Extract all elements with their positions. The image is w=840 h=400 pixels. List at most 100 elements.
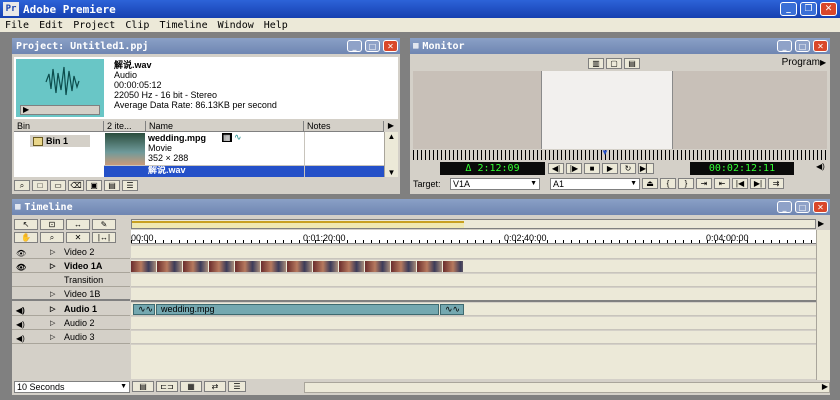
lane-video-1a[interactable]: [131, 260, 816, 273]
timeline-horizontal-scrollbar[interactable]: ▶: [304, 382, 830, 393]
restore-button[interactable]: ❐: [800, 2, 817, 16]
thumbnail-view-icon[interactable]: ▤: [104, 180, 120, 191]
step-forward-icon[interactable]: |▶: [566, 163, 582, 174]
track-audio-2[interactable]: ◀) ▷ Audio 2: [12, 317, 130, 330]
track-video-1a[interactable]: 👁 ▷ Video 1A: [12, 260, 130, 273]
scroll-up-icon[interactable]: ▲: [385, 132, 398, 141]
notes-column-header[interactable]: Notes: [304, 121, 384, 132]
list-item[interactable]: wedding.mpg Movie 352 × 288 ▦ ∿: [104, 132, 384, 166]
zoom-select[interactable]: 10 Seconds ▼: [14, 381, 130, 393]
track-audio-1[interactable]: ◀) ▷ Audio 1: [12, 303, 130, 316]
project-minimize-button[interactable]: _: [347, 40, 362, 52]
menu-clip[interactable]: Clip: [125, 20, 149, 31]
timeline-menu-arrow-icon[interactable]: ▶: [818, 219, 824, 228]
step-back-icon[interactable]: ◀|: [548, 163, 564, 174]
bin-item[interactable]: Bin 1: [30, 135, 90, 148]
timeline-close-button[interactable]: ✕: [813, 201, 828, 213]
timeline-maximize-button[interactable]: □: [795, 201, 810, 213]
delete-icon[interactable]: ⌫: [68, 180, 84, 191]
zoom-tool-icon[interactable]: ⌕: [40, 232, 64, 243]
rolling-edit-tool-icon[interactable]: ↔: [66, 219, 90, 230]
lane-video-2[interactable]: [131, 246, 816, 259]
preview-scrubber[interactable]: ▶: [20, 105, 100, 115]
volume-icon[interactable]: ◀): [816, 162, 825, 171]
icon-view-icon[interactable]: ▣: [86, 180, 102, 191]
new-bin-icon[interactable]: □: [32, 180, 48, 191]
toggle-sync-icon[interactable]: ☰: [228, 381, 246, 392]
close-button[interactable]: ✕: [820, 2, 837, 16]
hand-tool-icon[interactable]: ✋: [14, 232, 38, 243]
track-audio-3[interactable]: ◀) ▷ Audio 3: [12, 331, 130, 344]
extract-icon[interactable]: ⇉: [768, 178, 784, 189]
selection-tool-icon[interactable]: ↖: [14, 219, 38, 230]
snap-edges-icon[interactable]: ⊏⊐: [156, 381, 178, 392]
razor-tool-icon[interactable]: ✎: [92, 219, 116, 230]
menu-help[interactable]: Help: [264, 20, 288, 31]
menu-timeline[interactable]: Timeline: [159, 20, 207, 31]
play-icon[interactable]: ▶: [23, 106, 29, 114]
play-in-out-icon[interactable]: ▶▏: [638, 163, 654, 174]
track-transition[interactable]: Transition: [12, 274, 130, 287]
target-video-select[interactable]: V1A ▼: [450, 178, 540, 190]
project-maximize-button[interactable]: □: [365, 40, 380, 52]
find-icon[interactable]: ⌕: [14, 180, 30, 191]
count-column-header[interactable]: 2 ite...: [104, 121, 146, 132]
expand-triangle-icon[interactable]: ▷: [50, 331, 55, 344]
eye-icon[interactable]: 👁: [16, 247, 26, 260]
menu-edit[interactable]: Edit: [39, 20, 63, 31]
lane-audio-2[interactable]: [131, 317, 816, 330]
program-menu-arrow-icon[interactable]: ▶: [820, 58, 826, 67]
lane-transition[interactable]: [131, 274, 816, 287]
mark-out-icon[interactable]: }: [678, 178, 694, 189]
mark-in-icon[interactable]: {: [660, 178, 676, 189]
list-item-selected[interactable]: 解说.wav: [104, 166, 384, 177]
monitor-maximize-button[interactable]: □: [795, 40, 810, 52]
eye-icon[interactable]: 👁: [16, 261, 26, 274]
monitor-minimize-button[interactable]: _: [777, 40, 792, 52]
edge-view-icon[interactable]: ▦: [180, 381, 202, 392]
expand-triangle-icon[interactable]: ▷: [50, 260, 55, 273]
playhead-icon[interactable]: ▼: [601, 150, 609, 157]
menu-window[interactable]: Window: [218, 20, 254, 31]
target-audio-select[interactable]: A1 ▼: [550, 178, 640, 190]
track-video-2[interactable]: 👁 ▷ Video 2: [12, 246, 130, 259]
monitor-close-button[interactable]: ✕: [813, 40, 828, 52]
go-out-icon[interactable]: ▶|: [750, 178, 766, 189]
list-view-icon[interactable]: ☰: [122, 180, 138, 191]
cross-fade-tool-icon[interactable]: ✕: [66, 232, 90, 243]
timeline-minimize-button[interactable]: _: [777, 201, 792, 213]
expand-triangle-icon[interactable]: ▷: [50, 246, 55, 259]
bin-column-header[interactable]: Bin: [14, 121, 104, 132]
monitor-jog-ruler[interactable]: ▼: [413, 150, 827, 160]
dual-view-icon[interactable]: ▥: [588, 58, 604, 69]
play-icon[interactable]: ▶: [602, 163, 618, 174]
expand-triangle-icon[interactable]: ▷: [50, 288, 55, 301]
audio-wave-right-icon[interactable]: ∿∿: [440, 304, 464, 315]
columns-arrow-icon[interactable]: ▶: [384, 121, 398, 132]
menu-file[interactable]: File: [5, 20, 29, 31]
work-area-bar[interactable]: [131, 219, 816, 229]
lane-audio-3[interactable]: [131, 331, 816, 344]
name-column-header[interactable]: Name: [146, 121, 304, 132]
speaker-icon[interactable]: ◀): [16, 304, 25, 317]
audio-clip-wedding[interactable]: wedding.mpg: [156, 304, 439, 315]
shift-tracks-icon[interactable]: ⇄: [204, 381, 226, 392]
track-options-icon[interactable]: ▤: [132, 381, 154, 392]
list-scrollbar[interactable]: ▲ ▼: [384, 132, 398, 177]
go-in-icon[interactable]: |◀: [732, 178, 748, 189]
speaker-icon[interactable]: ◀): [16, 332, 25, 345]
work-area-range[interactable]: [132, 221, 464, 228]
single-view-icon[interactable]: ▢: [606, 58, 622, 69]
loop-icon[interactable]: ↻: [620, 163, 636, 174]
minimize-button[interactable]: _: [780, 2, 797, 16]
lane-video-1b[interactable]: [131, 288, 816, 302]
menu-project[interactable]: Project: [73, 20, 115, 31]
track-select-tool-icon[interactable]: ⊡: [40, 219, 64, 230]
empty-track-area[interactable]: [131, 345, 816, 379]
time-ruler[interactable]: 00:00 0:01:20:00 0:02:40:00 0:04:00:00: [131, 230, 816, 244]
stop-icon[interactable]: ■: [584, 163, 600, 174]
scroll-down-icon[interactable]: ▼: [385, 168, 398, 177]
audio-wave-left-icon[interactable]: ∿∿: [133, 304, 155, 315]
trim-view-icon[interactable]: ▤: [624, 58, 640, 69]
expand-triangle-icon[interactable]: ▷: [50, 317, 55, 330]
